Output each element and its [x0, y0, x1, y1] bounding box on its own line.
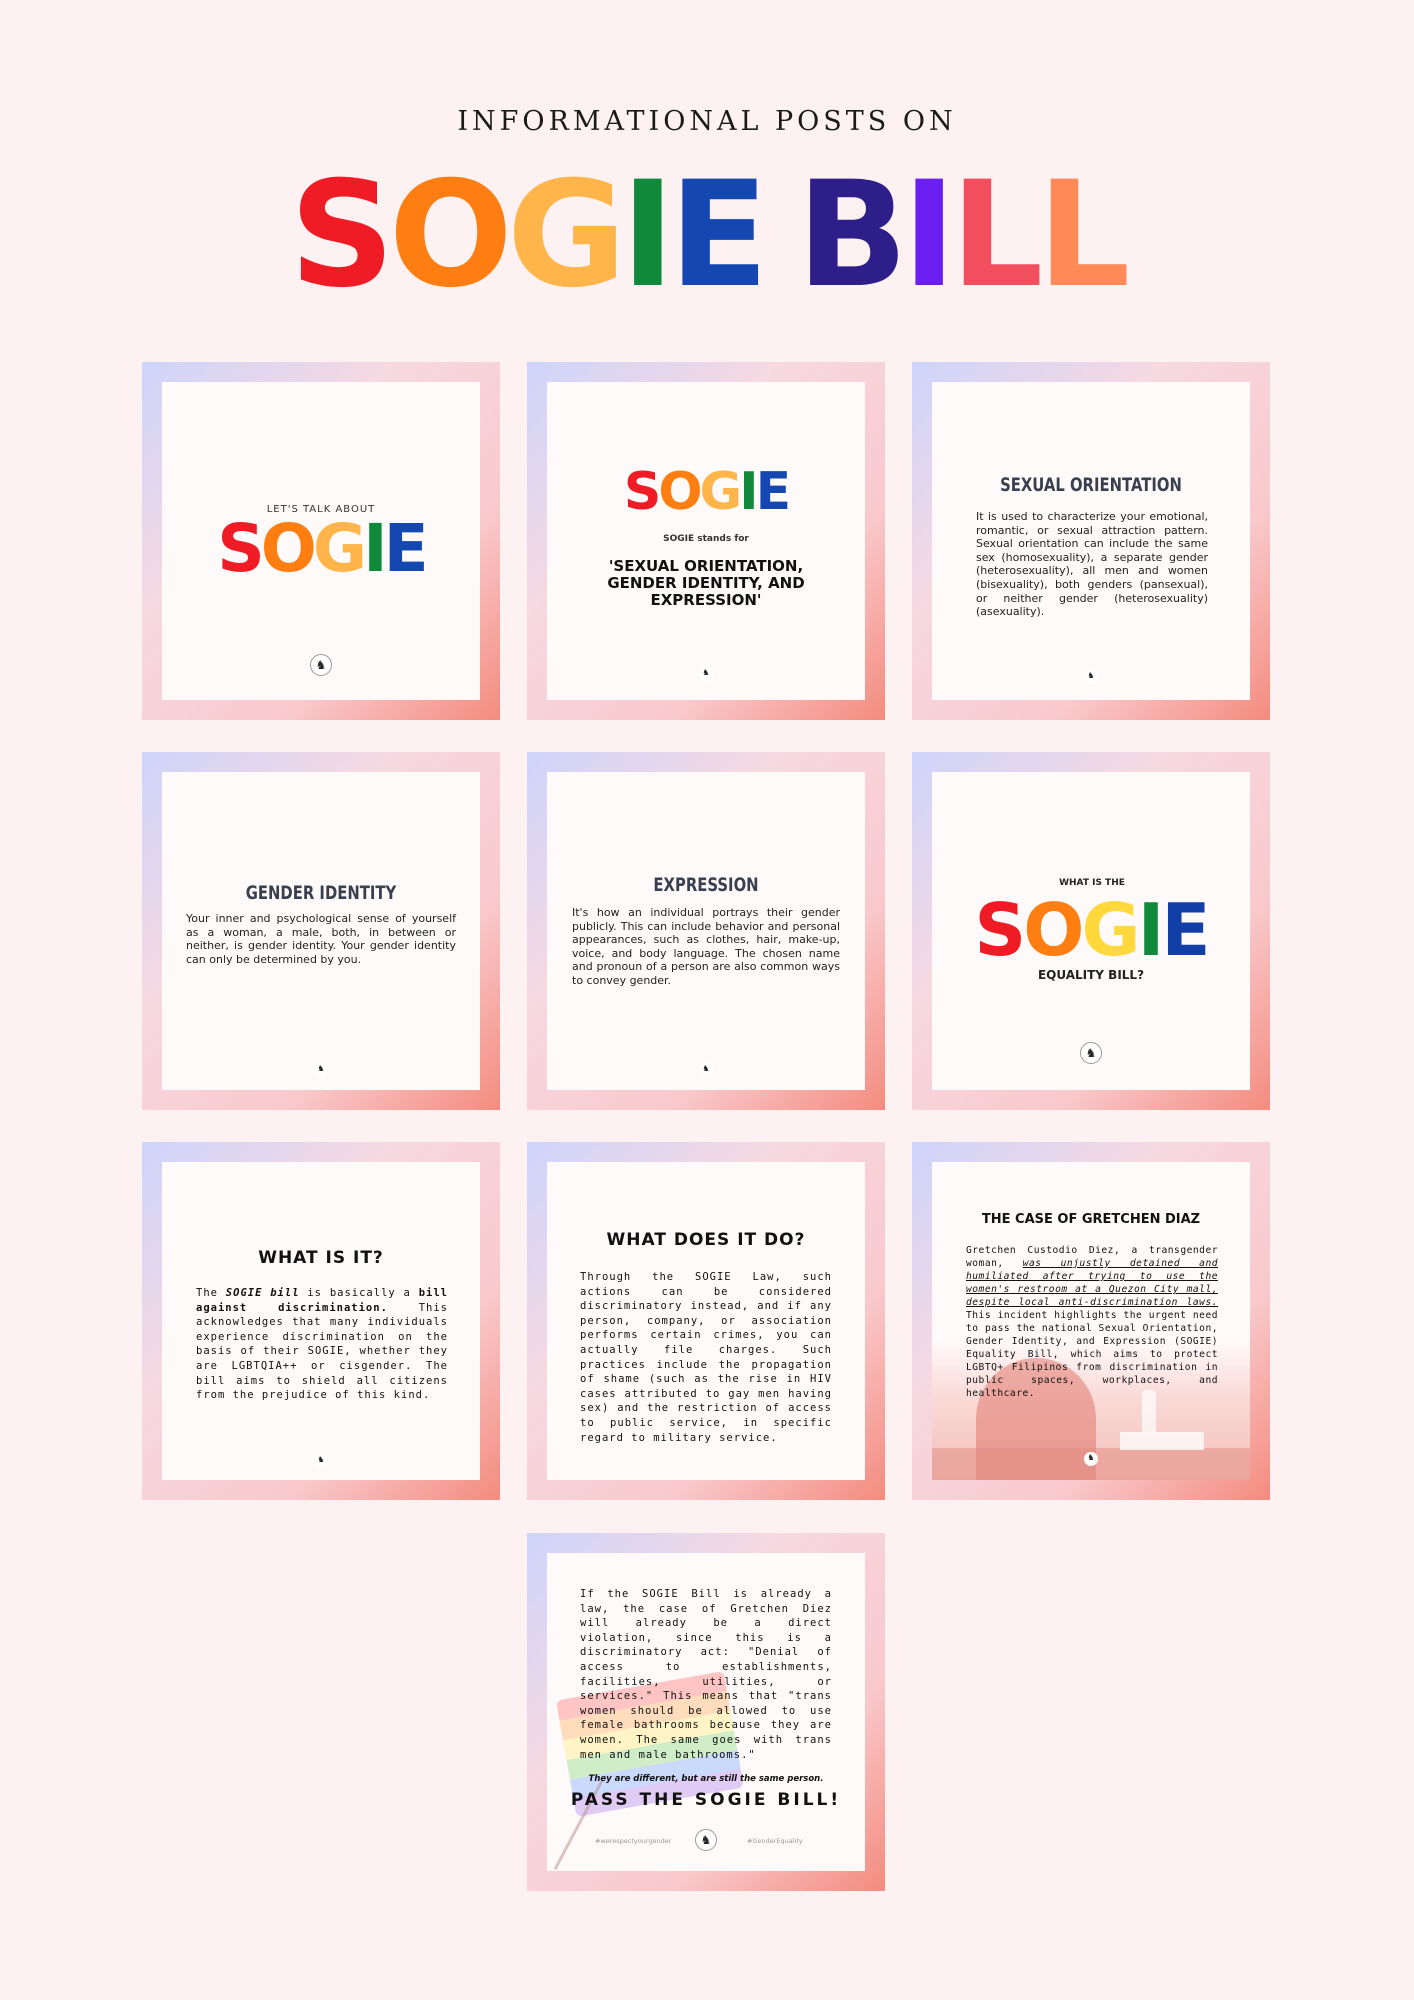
- sogie-letter: G: [312, 510, 367, 587]
- body-text-segment: This acknowledges that many individuals …: [196, 1301, 448, 1402]
- title-letter: [763, 162, 797, 308]
- post-body: If the SOGIE Bill is already a law, the …: [580, 1588, 832, 1761]
- sogie-letter: O: [658, 462, 702, 522]
- sogie-letter: I: [1137, 888, 1165, 972]
- post-body: Gretchen Custodio Diez, a transgender wo…: [966, 1244, 1218, 1400]
- title-letter: L: [950, 150, 1043, 320]
- sogie-letter: S: [217, 510, 265, 587]
- post-tile-10[interactable]: If the SOGIE Bill is already a law, the …: [527, 1533, 885, 1891]
- body-text-segment: is basically a: [299, 1287, 419, 1299]
- post-card: EXPRESSION It's how an individual portra…: [547, 772, 865, 1090]
- org-logo-icon: ♞: [1084, 670, 1098, 684]
- post-tile-9[interactable]: THE CASE OF GRETCHEN DIAZ Gretchen Custo…: [912, 1142, 1270, 1500]
- post-body: Your inner and psychological sense of yo…: [186, 912, 456, 966]
- post-card: SEXUAL ORIENTATION It is used to charact…: [932, 382, 1250, 700]
- title-letter: O: [388, 150, 513, 320]
- post-body: It's how an individual portrays their ge…: [572, 906, 840, 987]
- tagline: They are different, but are still the sa…: [588, 1774, 824, 1784]
- sogie-letter: I: [739, 462, 758, 522]
- org-logo-icon: ♞: [310, 654, 332, 676]
- sogie-wordmark: SOGIE: [162, 510, 480, 587]
- post-heading: GENDER IDENTITY: [245, 882, 397, 904]
- post-card: SOGIE SOGIE stands for 'SEXUAL ORIENTATI…: [547, 382, 865, 700]
- post-heading: WHAT IS IT?: [258, 1248, 384, 1268]
- post-body: Through the SOGIE Law, such actions can …: [580, 1271, 832, 1444]
- title-letter: B: [796, 150, 908, 320]
- post-footer-label: EQUALITY BILL?: [1037, 968, 1145, 982]
- post-card: WHAT IS IT? The SOGIE bill is basically …: [162, 1162, 480, 1480]
- org-logo-icon: ♞: [1080, 1042, 1102, 1064]
- org-logo-icon: ♞: [314, 1063, 328, 1077]
- post-heading: SEXUAL ORIENTATION: [1000, 474, 1182, 496]
- post-card: If the SOGIE Bill is already a law, the …: [547, 1553, 865, 1871]
- post-body: The SOGIE bill is basically a bill again…: [196, 1286, 448, 1403]
- post-tile-4[interactable]: GENDER IDENTITY Your inner and psycholog…: [142, 752, 500, 1110]
- sogie-letter: S: [974, 888, 1026, 972]
- hashtag-left: #werespectyourgender: [595, 1837, 672, 1845]
- sogie-expansion: 'SEXUAL ORIENTATION, GENDER IDENTITY, AN…: [607, 557, 805, 609]
- post-tile-8[interactable]: WHAT DOES IT DO? Through the SOGIE Law, …: [527, 1142, 885, 1500]
- sogie-letter: G: [699, 462, 743, 522]
- org-logo-icon: ♞: [699, 1063, 713, 1077]
- post-card: WHAT DOES IT DO? Through the SOGIE Law, …: [547, 1162, 865, 1480]
- sogie-letter: I: [363, 510, 387, 587]
- title-letter: S: [289, 150, 395, 320]
- title-letter: L: [1037, 150, 1130, 320]
- post-tile-5[interactable]: EXPRESSION It's how an individual portra…: [527, 752, 885, 1110]
- post-card: WHAT IS THE SOGIE EQUALITY BILL? ♞: [932, 772, 1250, 1090]
- sogie-letter: O: [260, 510, 317, 587]
- post-body: It is used to characterize your emotiona…: [976, 510, 1208, 619]
- sogie-letter: G: [1081, 888, 1140, 972]
- post-tile-1[interactable]: LET'S TALK ABOUT SOGIE ♞: [142, 362, 500, 720]
- body-text-segment: This incident highlights the urgent need…: [966, 1310, 1218, 1399]
- sogie-letter: E: [1161, 888, 1210, 972]
- post-tile-6[interactable]: WHAT IS THE SOGIE EQUALITY BILL? ♞: [912, 752, 1270, 1110]
- title-letter: I: [620, 150, 675, 320]
- body-emphasis: SOGIE bill: [225, 1287, 300, 1299]
- main-title: SOGIE BILL: [0, 162, 1414, 308]
- sogie-letter: S: [623, 462, 661, 522]
- title-letter: G: [506, 150, 627, 320]
- stands-for-label: SOGIE stands for: [663, 534, 749, 544]
- org-logo-icon: ♞: [699, 667, 713, 681]
- post-heading: EXPRESSION: [653, 874, 759, 896]
- post-card: THE CASE OF GRETCHEN DIAZ Gretchen Custo…: [932, 1162, 1250, 1480]
- post-tile-2[interactable]: SOGIE SOGIE stands for 'SEXUAL ORIENTATI…: [527, 362, 885, 720]
- call-to-action: PASS THE SOGIE BILL!: [570, 1790, 842, 1810]
- sogie-letter: E: [755, 462, 791, 522]
- post-kicker: WHAT IS THE: [1059, 878, 1125, 888]
- body-text-segment: The: [196, 1287, 226, 1299]
- sogie-wordmark: SOGIE: [932, 888, 1250, 972]
- org-logo-icon: ♞: [1084, 1452, 1098, 1466]
- title-letter: I: [902, 150, 956, 320]
- sogie-wordmark: SOGIE: [547, 462, 865, 522]
- post-tile-3[interactable]: SEXUAL ORIENTATION It is used to charact…: [912, 362, 1270, 720]
- post-card: LET'S TALK ABOUT SOGIE ♞: [162, 382, 480, 700]
- post-heading: THE CASE OF GRETCHEN DIAZ: [981, 1212, 1201, 1227]
- hashtag-right: #GenderEquality: [747, 1837, 803, 1845]
- org-logo-icon: ♞: [314, 1454, 328, 1468]
- post-card: GENDER IDENTITY Your inner and psycholog…: [162, 772, 480, 1090]
- photo-nameplate: [1120, 1432, 1204, 1450]
- org-logo-icon: ♞: [695, 1829, 717, 1851]
- sogie-letter: E: [383, 510, 429, 587]
- title-letter: E: [669, 150, 769, 320]
- post-tile-7[interactable]: WHAT IS IT? The SOGIE bill is basically …: [142, 1142, 500, 1500]
- post-heading: WHAT DOES IT DO?: [606, 1230, 806, 1250]
- sogie-letter: O: [1023, 888, 1084, 972]
- header-subtitle: INFORMATIONAL POSTS ON: [457, 106, 957, 137]
